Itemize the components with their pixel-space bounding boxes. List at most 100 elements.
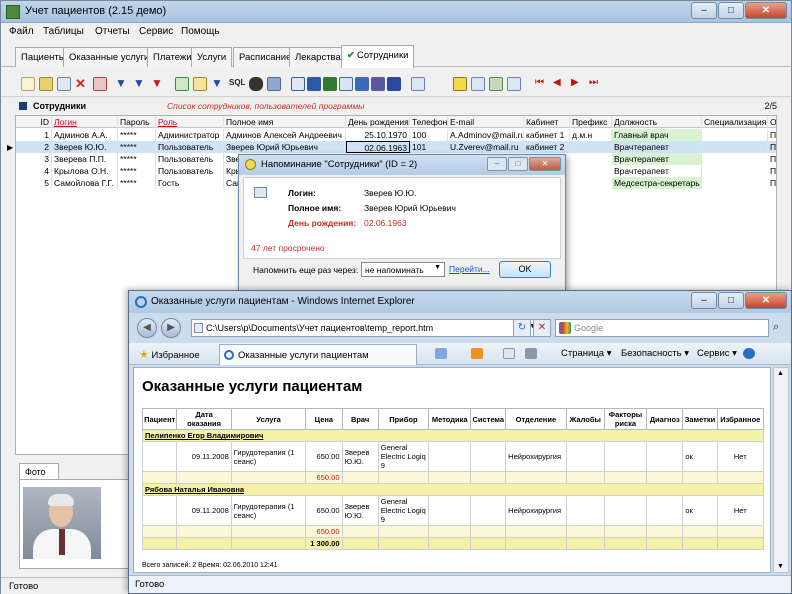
sql-icon[interactable]: SQL [229,78,245,87]
birthday-label: День рождения: [288,218,357,228]
forward-button[interactable]: ▶ [161,318,181,338]
excel-icon[interactable] [307,77,321,91]
col-extra[interactable]: О [768,116,776,128]
td-department: Нейрохирургия [505,495,567,526]
page-menu[interactable]: Страница ▾ [561,348,611,359]
menu-tables[interactable]: Таблицы [43,26,84,37]
clear-filter-icon[interactable]: ▼ [133,77,147,91]
col-prefix[interactable]: Префикс [570,116,612,128]
calendar-icon[interactable] [387,77,401,91]
tab-photo[interactable]: Фото [19,463,59,479]
home-icon[interactable] [435,348,447,359]
col-phone[interactable]: Телефон [410,116,448,128]
th-diagnosis: Диагноз [646,408,684,430]
vertical-scrollbar[interactable]: ▲ ▼ [773,367,789,573]
ok-button[interactable]: OK [499,261,551,278]
group-patient[interactable]: Пелипенко Егор Владимирович [142,429,764,442]
copy-icon[interactable] [57,77,71,91]
tab-services-rendered[interactable]: Оказанные услуги [63,47,156,67]
td-favorite: Нет [716,441,765,472]
reminder-minimize-button[interactable]: – [487,157,507,171]
last-icon[interactable]: ⏭ [589,77,598,88]
menu-reports[interactable]: Отчеты [95,26,130,37]
find-next-icon[interactable]: ▼ [211,77,225,91]
print-icon[interactable] [525,348,537,359]
next-icon[interactable]: ▶ [571,77,579,88]
ie-tab[interactable]: Оказанные услуги пациентам [219,344,417,365]
tab-services[interactable]: Услуги [191,47,233,67]
delete-all-icon[interactable] [93,77,107,91]
find-icon[interactable] [193,77,207,91]
edit-icon[interactable] [39,77,53,91]
reminder-close-button[interactable]: ✕ [529,157,561,171]
cell-birthday[interactable]: 02.06.1963 [346,141,410,153]
col-id[interactable]: ID [16,116,52,128]
cell-phone: 100 [410,129,448,141]
tab-employees[interactable]: ✔ Сотрудники [341,45,415,68]
prev-icon[interactable]: ◀ [553,77,561,88]
ie-close-button[interactable]: ✕ [745,292,787,309]
td-favorite: Нет [716,495,765,526]
group-icon[interactable] [267,77,281,91]
remind-interval-select[interactable]: не напоминать ▼ [361,262,445,277]
delete-icon[interactable]: ✕ [75,77,89,91]
address-bar[interactable]: C:\Users\p\Documents\Учет пациентов\temp… [191,319,541,337]
col-cabinet[interactable]: Кабинет [524,116,570,128]
help-icon[interactable] [743,348,755,359]
first-icon[interactable]: ⏮ [535,77,544,88]
search-input[interactable]: Google [555,319,769,337]
table-row-selected[interactable]: 2 Зверев Ю.Ю. ***** Пользователь Зверев … [16,141,776,153]
col-birthday[interactable]: День рождения [346,116,410,128]
grid-icon[interactable] [507,77,521,91]
tools-menu[interactable]: Сервис ▾ [697,348,737,359]
report-icon[interactable] [339,77,353,91]
col-email[interactable]: E-mail [448,116,524,128]
refresh-icon[interactable]: ↻ [513,319,531,337]
tools-icon[interactable] [471,77,485,91]
col-password[interactable]: Пароль [118,116,156,128]
refresh-icon[interactable] [175,77,189,91]
menu-help[interactable]: Помощь [181,26,220,37]
col-position[interactable]: Должность [612,116,702,128]
menu-service[interactable]: Сервис [139,26,173,37]
back-button[interactable]: ◀ [137,318,157,338]
preview-icon[interactable] [371,77,385,91]
stop-icon[interactable]: ✕ [533,319,551,337]
scroll-down-icon[interactable]: ▼ [777,563,784,570]
ie-minimize-button[interactable]: – [691,292,717,309]
binoculars-icon[interactable] [249,77,263,91]
tab-payments[interactable]: Платежи [147,47,198,67]
goto-link[interactable]: Перейти... [449,264,490,274]
col-role[interactable]: Роль [156,116,224,128]
reminder-icon[interactable] [411,77,425,91]
table-row[interactable]: 1 Админов А.А. ***** Администратор Админ… [16,129,776,141]
html-icon[interactable] [323,77,337,91]
security-menu[interactable]: Безопасность ▾ [621,348,689,359]
scroll-up-icon[interactable]: ▲ [777,370,784,377]
word-icon[interactable] [291,77,305,91]
new-icon[interactable] [21,77,35,91]
col-fullname[interactable]: Полное имя [224,116,346,128]
minimize-button[interactable]: – [691,2,717,19]
tab-schedule[interactable]: Расписание [233,47,298,67]
col-specialization[interactable]: Специализация [702,116,768,128]
group-patient[interactable]: Рябова Наталья Ивановна [142,483,764,496]
rss-icon[interactable] [471,348,483,359]
print-icon[interactable] [355,77,369,91]
list-icon[interactable] [489,77,503,91]
grid-header: Сотрудники Список сотрудников, пользоват… [15,99,777,113]
google-icon [559,322,571,334]
maximize-button[interactable]: □ [718,2,744,19]
filter-off-icon[interactable]: ▼ [151,77,165,91]
mail-icon[interactable] [503,348,515,359]
reminder-maximize-button[interactable]: □ [508,157,528,171]
filter-icon[interactable]: ▼ [115,77,129,91]
ie-maximize-button[interactable]: □ [718,292,744,309]
col-login[interactable]: Логин [52,116,118,128]
favorites-button[interactable]: ★ Избранное [139,348,200,361]
tab-medicines[interactable]: Лекарства [289,47,347,67]
close-button[interactable]: ✕ [745,2,787,19]
search-icon[interactable]: ⌕ [773,321,779,334]
menu-file[interactable]: Файл [9,26,34,37]
settings-icon[interactable] [453,77,467,91]
